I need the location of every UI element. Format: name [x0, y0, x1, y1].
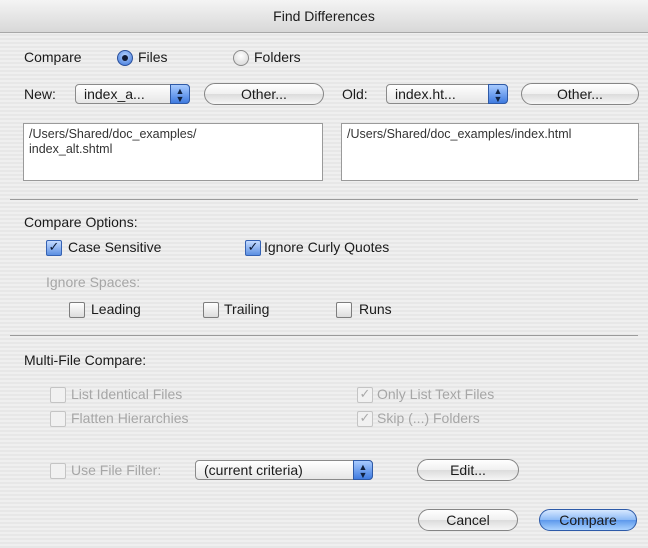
checkmark-icon: ✓ — [359, 386, 371, 401]
ignore-curly-quotes-label[interactable]: Ignore Curly Quotes — [264, 239, 389, 255]
old-file-popup[interactable]: index.ht... ▲ ▼ — [386, 84, 508, 104]
new-other-button[interactable]: Other... — [204, 83, 324, 105]
edit-button[interactable]: Edit... — [417, 459, 519, 481]
popup-arrows-icon: ▲ ▼ — [488, 84, 508, 104]
new-label: New: — [24, 86, 56, 102]
files-radio[interactable] — [117, 50, 133, 66]
flatten-hierarchies-checkbox[interactable] — [50, 411, 66, 427]
flatten-hierarchies-label[interactable]: Flatten Hierarchies — [71, 410, 189, 426]
old-other-button[interactable]: Other... — [521, 83, 639, 105]
skip-folders-label[interactable]: Skip (...) Folders — [377, 410, 480, 426]
ignore-curly-quotes-checkbox[interactable]: ✓ — [245, 240, 261, 256]
section-divider — [10, 335, 638, 336]
file-filter-popup-value: (current criteria) — [204, 462, 303, 478]
old-label: Old: — [342, 86, 368, 102]
files-radio-label[interactable]: Files — [138, 49, 168, 65]
new-file-path-field[interactable]: /Users/Shared/doc_examples/ index_alt.sh… — [23, 123, 323, 181]
file-filter-popup[interactable]: (current criteria) ▲ ▼ — [195, 460, 373, 480]
runs-label[interactable]: Runs — [359, 301, 392, 317]
list-identical-files-label[interactable]: List Identical Files — [71, 386, 182, 402]
compare-button[interactable]: Compare — [539, 509, 637, 531]
checkmark-icon: ✓ — [359, 410, 371, 425]
old-file-popup-value: index.ht... — [395, 86, 456, 102]
leading-label[interactable]: Leading — [91, 301, 141, 317]
popup-arrows-icon: ▲ ▼ — [353, 460, 373, 480]
only-list-text-files-checkbox[interactable]: ✓ — [357, 387, 373, 403]
leading-checkbox[interactable] — [69, 302, 85, 318]
only-list-text-files-label[interactable]: Only List Text Files — [377, 386, 494, 402]
section-divider — [10, 199, 638, 200]
compare-options-heading: Compare Options: — [24, 214, 138, 230]
checkmark-icon: ✓ — [247, 239, 259, 254]
list-identical-files-checkbox[interactable] — [50, 387, 66, 403]
find-differences-dialog: Find Differences Compare Files Folders N… — [0, 0, 648, 548]
trailing-checkbox[interactable] — [203, 302, 219, 318]
skip-folders-checkbox[interactable]: ✓ — [357, 411, 373, 427]
case-sensitive-label[interactable]: Case Sensitive — [68, 239, 161, 255]
folders-radio[interactable] — [233, 50, 249, 66]
old-file-path-field[interactable]: /Users/Shared/doc_examples/index.html — [341, 123, 639, 181]
new-file-popup-value: index_a... — [84, 86, 145, 102]
popup-arrows-icon: ▲ ▼ — [170, 84, 190, 104]
window-title: Find Differences — [0, 0, 648, 33]
trailing-label[interactable]: Trailing — [224, 301, 269, 317]
use-file-filter-checkbox[interactable] — [50, 463, 66, 479]
folders-radio-label[interactable]: Folders — [254, 49, 301, 65]
compare-label: Compare — [24, 49, 82, 65]
checkmark-icon: ✓ — [48, 239, 60, 254]
use-file-filter-label[interactable]: Use File Filter: — [71, 462, 161, 478]
ignore-spaces-label: Ignore Spaces: — [46, 274, 141, 290]
new-file-popup[interactable]: index_a... ▲ ▼ — [75, 84, 190, 104]
runs-checkbox[interactable] — [336, 302, 352, 318]
multi-file-compare-heading: Multi-File Compare: — [24, 352, 147, 368]
cancel-button[interactable]: Cancel — [418, 509, 518, 531]
case-sensitive-checkbox[interactable]: ✓ — [46, 240, 62, 256]
